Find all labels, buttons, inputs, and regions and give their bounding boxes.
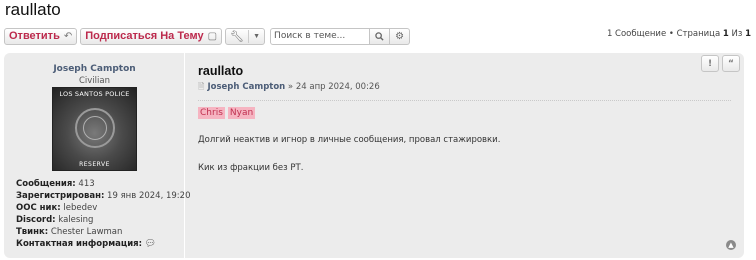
tag-item: Nyan <box>227 107 256 119</box>
avatar-bottom-text: RESERVE <box>79 161 110 168</box>
post-profile: Joseph Campton Civilian LOS SANTOS POLIC… <box>4 53 190 258</box>
profile-fields: Сообщения: 413 Зарегистрирован: 19 янв 2… <box>16 178 190 250</box>
pagination-prefix: 1 Сообщение • Страница <box>606 29 723 39</box>
page-title: raullato <box>5 0 61 19</box>
chevron-up-icon: ▲ <box>728 241 734 249</box>
post-author-link[interactable]: Joseph Campton <box>207 82 285 92</box>
post-actions: ! “ <box>701 55 740 72</box>
back-to-top-button[interactable]: ▲ <box>726 240 736 250</box>
badge-seal-inner-icon <box>83 116 107 140</box>
pagination-total: 1 <box>745 29 751 39</box>
post-tags: Chris Nyan <box>198 107 256 119</box>
gear-icon: ⚙ <box>395 30 405 42</box>
chat-bubble-icon[interactable]: 💬︎ <box>145 239 156 249</box>
profile-field-registered: Зарегистрирован: 19 янв 2024, 19:20 <box>16 191 191 201</box>
subscribe-label: Подписаться На Тему <box>85 30 204 42</box>
pagination: 1 Сообщение • Страница 1 Из 1 <box>607 29 751 39</box>
search-icon <box>375 31 384 41</box>
divider <box>198 100 731 101</box>
search-box: ⚙ <box>270 27 411 45</box>
profile-field-contact: Контактная информация: 💬︎ <box>16 239 157 249</box>
pagination-of: Из <box>728 29 746 39</box>
post-meta: 🗎︎ Joseph Campton » 24 апр 2024, 00:26 <box>198 81 380 95</box>
search-input[interactable] <box>270 27 371 45</box>
wrench-icon: 🔧︎ <box>230 30 245 43</box>
avatar[interactable]: LOS SANTOS POLICE RESERVE <box>52 87 137 171</box>
profile-field-posts: Сообщения: 413 <box>16 179 95 189</box>
post-body: raullato 🗎︎ Joseph Campton » 24 апр 2024,… <box>198 53 744 258</box>
tag-item: Chris <box>198 107 225 119</box>
post-text-line: Кик из фракции без РТ. <box>198 163 304 173</box>
profile-field-twink: Твинк: Chester Lawman <box>16 227 123 237</box>
divider <box>248 29 250 43</box>
author-rank: Civilian <box>78 76 110 86</box>
report-button[interactable]: ! <box>701 55 719 72</box>
profile-field-ooc: OOC ник: lebedev <box>16 203 98 213</box>
subscribe-button[interactable]: Подписаться На Тему ▢ <box>80 27 223 45</box>
quote-button[interactable]: “ <box>722 55 740 72</box>
search-button[interactable] <box>370 27 391 45</box>
author-name[interactable]: Joseph Campton <box>4 64 185 74</box>
quote-icon: “ <box>728 58 734 69</box>
reply-arrow-icon: ↶ <box>63 30 73 42</box>
topic-tools-button[interactable]: 🔧︎ ▼ <box>225 27 266 45</box>
document-icon: 🗎︎ <box>198 82 205 91</box>
advanced-search-button[interactable]: ⚙ <box>390 27 411 45</box>
post-date: » 24 апр 2024, 00:26 <box>285 82 380 92</box>
post-text-line: Долгий неактив и игнор в личные сообщени… <box>198 135 501 145</box>
avatar-top-text: LOS SANTOS POLICE <box>59 90 130 98</box>
checkbox-icon: ▢ <box>207 30 218 42</box>
post-title[interactable]: raullato <box>198 64 243 78</box>
chevron-down-icon: ▼ <box>253 32 261 40</box>
post: Joseph Campton Civilian LOS SANTOS POLIC… <box>4 53 744 258</box>
reply-label: Ответить <box>9 30 60 42</box>
exclamation-icon: ! <box>707 58 713 69</box>
reply-button[interactable]: Ответить ↶ <box>4 27 78 45</box>
profile-field-discord: Discord: kalesing <box>16 215 94 225</box>
toolbar: Ответить ↶ Подписаться На Тему ▢ 🔧︎ ▼ ⚙ <box>4 27 411 45</box>
